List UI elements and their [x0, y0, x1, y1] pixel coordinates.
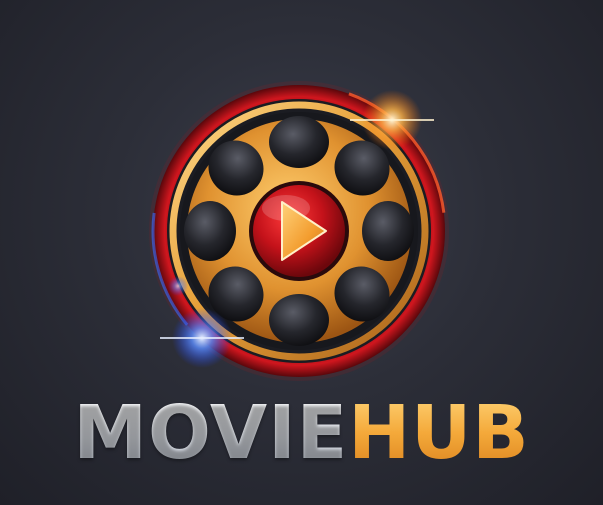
film-reel-play-icon — [149, 81, 449, 381]
brand-wordmark: MOVIEHUB — [0, 388, 603, 478]
movie-hub-logo: MOVIEHUB — [0, 0, 603, 505]
wordmark-hub: HUB — [348, 390, 530, 476]
wordmark-movie: MOVIE — [73, 390, 349, 476]
